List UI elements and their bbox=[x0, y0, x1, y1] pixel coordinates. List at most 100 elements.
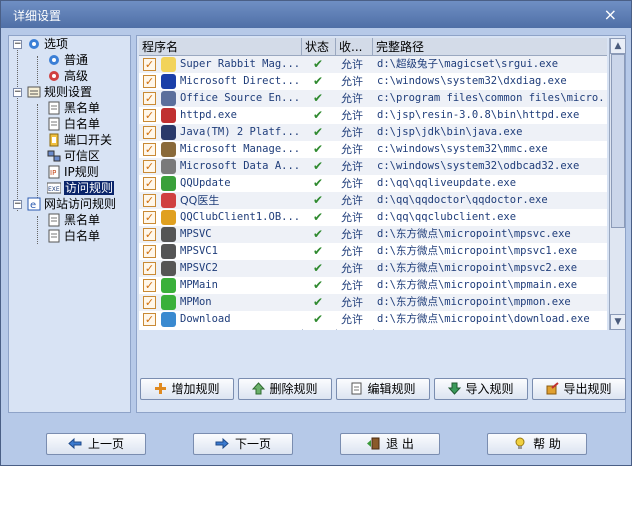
row-checkbox[interactable]: ✓ bbox=[143, 177, 156, 190]
row-checkbox[interactable]: ✓ bbox=[143, 296, 156, 309]
table-row[interactable]: ✓ Microsoft Direct... ✔ 允许 c:\windows\system… bbox=[139, 73, 607, 90]
network-icon bbox=[47, 149, 61, 163]
help-button[interactable]: 帮 助 bbox=[487, 433, 587, 455]
scroll-thumb[interactable] bbox=[611, 54, 625, 228]
rules-icon bbox=[27, 85, 41, 99]
row-checkbox[interactable]: ✓ bbox=[143, 92, 156, 105]
row-checkbox[interactable]: ✓ bbox=[143, 126, 156, 139]
program-name: MPMain bbox=[180, 279, 218, 291]
program-name: Microsoft Manage... bbox=[180, 143, 301, 155]
table-row[interactable]: ✓ MPSVC ✔ 允许 d:\东方微点\micropoint\mpsvc.exe bbox=[139, 226, 607, 243]
column-header-status[interactable]: 状态 bbox=[302, 38, 336, 56]
row-checkbox[interactable]: ✓ bbox=[143, 211, 156, 224]
edit-rule-button[interactable]: 编辑规则 bbox=[336, 378, 430, 400]
svg-text:e: e bbox=[30, 200, 36, 211]
tree-collapse-toggle[interactable]: − bbox=[13, 200, 22, 209]
table-row[interactable]: ✓ Office Source En... ✔ 允许 c:\program files\… bbox=[139, 90, 607, 107]
add-rule-button[interactable]: 增加规则 bbox=[140, 378, 234, 400]
tree-line bbox=[37, 56, 38, 84]
scroll-down-icon[interactable]: ▼ bbox=[610, 314, 626, 330]
receive-permission: 允许 bbox=[341, 194, 363, 207]
program-name: QQClubClient1.OB... bbox=[180, 211, 301, 223]
program-name: Super Rabbit Mag... bbox=[180, 58, 301, 70]
table-row[interactable]: ✓ MPSVC1 ✔ 允许 d:\东方微点\micropoint\mpsvc1.exe bbox=[139, 243, 607, 260]
row-checkbox[interactable]: ✓ bbox=[143, 279, 156, 292]
tree-collapse-toggle[interactable]: − bbox=[13, 88, 22, 97]
row-checkbox[interactable]: ✓ bbox=[143, 245, 156, 258]
rules-panel: 程序名 状态 收... 完整路径 ✓ Super Rabbit Mag... ✔ 允许… bbox=[136, 35, 626, 413]
program-name: Microsoft Data A... bbox=[180, 160, 301, 172]
exe-icon: EXE bbox=[46, 181, 62, 195]
full-path: d:\qq\qqclubclient.exe bbox=[377, 211, 517, 223]
gear-icon bbox=[47, 53, 61, 67]
document-icon bbox=[47, 117, 61, 131]
column-header-receive[interactable]: 收... bbox=[336, 38, 373, 56]
row-checkbox[interactable]: ✓ bbox=[143, 109, 156, 122]
tree-node-access-rules[interactable]: EXE 访问规则 bbox=[46, 180, 115, 196]
table-row[interactable]: ✓ QQ医生 ✔ 允许 d:\qq\qqdoctor\qqdoctor.exe bbox=[139, 192, 607, 209]
delete-rule-button[interactable]: 删除规则 bbox=[238, 378, 332, 400]
table-row[interactable]: ✓ Microsoft Data A... ✔ 允许 c:\windows\system… bbox=[139, 158, 607, 175]
table-row[interactable]: ✓ Java(TM) 2 Platf... ✔ 允许 d:\jsp\jdk\bin\ja… bbox=[139, 124, 607, 141]
tree-node-general[interactable]: 普通 bbox=[47, 52, 88, 68]
program-icon bbox=[161, 142, 176, 157]
row-checkbox[interactable]: ✓ bbox=[143, 75, 156, 88]
previous-page-button[interactable]: 上一页 bbox=[46, 433, 146, 455]
document-icon bbox=[47, 229, 61, 243]
row-checkbox[interactable]: ✓ bbox=[143, 160, 156, 173]
tree-node-trusted-zone[interactable]: 可信区 bbox=[47, 148, 100, 164]
table-row[interactable]: ✓ MPMon ✔ 允许 d:\东方微点\micropoint\mpmon.exe bbox=[139, 294, 607, 311]
table-row[interactable]: ✓ QQUpdate ✔ 允许 d:\qq\qqliveupdate.exe bbox=[139, 175, 607, 192]
import-rule-button[interactable]: 导入规则 bbox=[434, 378, 528, 400]
receive-permission: 允许 bbox=[341, 160, 363, 173]
tree-node-advanced[interactable]: 高级 bbox=[47, 68, 88, 84]
table-row[interactable]: ✓ Super Rabbit Mag... ✔ 允许 d:\超级兔子\magicset\… bbox=[139, 56, 607, 73]
row-checkbox[interactable]: ✓ bbox=[143, 262, 156, 275]
program-name: Office Source En... bbox=[180, 92, 301, 104]
table-row[interactable]: ✓ Download ✔ 允许 d:\东方微点\micropoint\download.… bbox=[139, 311, 607, 328]
title-bar: 详细设置 × bbox=[1, 1, 631, 28]
tree-node-web-whitelist[interactable]: 白名单 bbox=[47, 228, 100, 244]
tree-node-web-blacklist[interactable]: 黑名单 bbox=[47, 212, 100, 228]
program-name: MPSVC bbox=[180, 228, 212, 240]
scroll-up-icon[interactable]: ▲ bbox=[610, 38, 626, 54]
program-icon bbox=[161, 176, 176, 191]
arrow-left-icon bbox=[68, 436, 82, 450]
row-checkbox[interactable]: ✓ bbox=[143, 143, 156, 156]
window-title: 详细设置 bbox=[13, 9, 62, 23]
tree-collapse-toggle[interactable]: − bbox=[13, 40, 22, 49]
tree-node-ip-rules[interactable]: IP IP规则 bbox=[47, 164, 99, 180]
row-checkbox[interactable]: ✓ bbox=[143, 313, 156, 326]
tree-node-port-switch[interactable]: 端口开关 bbox=[47, 132, 112, 148]
rules-list: 程序名 状态 收... 完整路径 ✓ Super Rabbit Mag... ✔ 允许… bbox=[139, 38, 607, 330]
table-row[interactable]: ✓ Microsoft Manage... ✔ 允许 c:\windows\system… bbox=[139, 141, 607, 158]
row-checkbox[interactable]: ✓ bbox=[143, 58, 156, 71]
full-path: d:\超级兔子\magicset\srgui.exe bbox=[377, 58, 559, 70]
status-check-icon: ✔ bbox=[313, 125, 324, 139]
column-header-program[interactable]: 程序名 bbox=[139, 38, 302, 56]
column-header-path[interactable]: 完整路径 bbox=[373, 38, 607, 56]
table-row[interactable]: ✓ QQClubClient1.OB... ✔ 允许 d:\qq\qqclubclien… bbox=[139, 209, 607, 226]
row-checkbox[interactable]: ✓ bbox=[143, 228, 156, 241]
tree-node-rules[interactable]: 规则设置 bbox=[27, 84, 92, 100]
close-icon[interactable]: × bbox=[604, 5, 617, 24]
row-checkbox[interactable]: ✓ bbox=[143, 194, 156, 207]
program-name: MPSVC2 bbox=[180, 262, 218, 274]
table-row[interactable]: ✓ MPSVC2 ✔ 允许 d:\东方微点\micropoint\mpsvc2.exe bbox=[139, 260, 607, 277]
next-page-button[interactable]: 下一页 bbox=[193, 433, 293, 455]
table-row[interactable]: ✓ MPMain ✔ 允许 d:\东方微点\micropoint\mpmain.exe bbox=[139, 277, 607, 294]
receive-permission: 允许 bbox=[341, 92, 363, 105]
exit-button[interactable]: 退 出 bbox=[340, 433, 440, 455]
settings-window: 详细设置 × − 选项 普通 高级 − 规则设置 黑名单 白名单 端口开关 可信… bbox=[0, 0, 632, 466]
tree-node-options[interactable]: 选项 bbox=[27, 36, 68, 52]
status-check-icon: ✔ bbox=[313, 108, 324, 122]
vertical-scrollbar[interactable]: ▲ ▼ bbox=[609, 38, 626, 330]
tree-node-whitelist[interactable]: 白名单 bbox=[47, 116, 100, 132]
full-path: d:\东方微点\micropoint\mpmon.exe bbox=[377, 296, 571, 308]
delete-icon bbox=[252, 381, 266, 395]
tree-node-web-access-rules[interactable]: e 网站访问规则 bbox=[27, 196, 116, 212]
table-row[interactable]: ✓ httpd.exe ✔ 允许 d:\jsp\resin-3.0.8\bin\http… bbox=[139, 107, 607, 124]
tree-node-blacklist[interactable]: 黑名单 bbox=[47, 100, 100, 116]
export-rule-button[interactable]: 导出规则 bbox=[532, 378, 626, 400]
web-icon: e bbox=[27, 197, 41, 211]
